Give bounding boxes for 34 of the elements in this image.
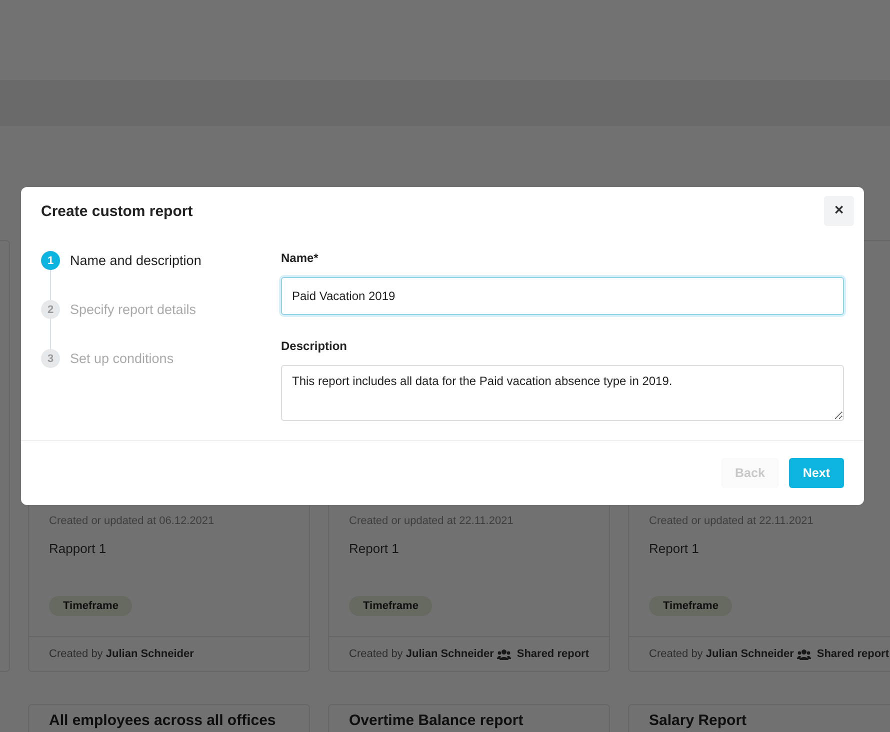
report-description: Rapport 1: [49, 541, 108, 556]
created-by: Created by Julian Schneider: [649, 648, 794, 660]
report-card[interactable]: Salary Report: [628, 704, 890, 732]
report-description: Report 1: [649, 541, 700, 556]
name-input[interactable]: Paid Vacation 2019: [281, 277, 844, 315]
step-label[interactable]: Set up conditions: [70, 351, 174, 366]
step-number: 3: [41, 349, 60, 368]
tag-chip: Timeframe: [349, 596, 432, 616]
step-label[interactable]: Name and description: [70, 253, 202, 268]
field-label: Name*: [281, 251, 320, 265]
tag-chip: Timeframe: [649, 596, 732, 616]
shared-label: Shared report: [816, 648, 889, 660]
tag-chip: Timeframe: [49, 596, 132, 616]
report-title: All employees across all offices: [49, 712, 277, 729]
step-label[interactable]: Specify report details: [70, 302, 196, 317]
report-card[interactable]: Overtime Balance report: [328, 704, 610, 732]
step-connector: [50, 270, 51, 300]
step-number: 2: [41, 300, 60, 319]
modal-title: Create custom report: [41, 202, 193, 220]
created-by: Created by Julian Schneider: [49, 648, 194, 660]
people-icon: [496, 648, 511, 660]
report-description: Report 1: [349, 541, 400, 556]
step-number: 1: [41, 251, 60, 270]
step-connector: [50, 319, 51, 349]
created-by: Created by Julian Schneider: [349, 648, 494, 660]
report-title: Salary Report: [649, 712, 748, 729]
description-textarea[interactable]: This report includes all data for the Paid vacation absence type in 2019.: [281, 365, 844, 421]
next-button[interactable]: Next: [788, 458, 844, 488]
report-card[interactable]: All employees across all offices: [28, 704, 310, 732]
report-title: Overtime Balance report: [349, 712, 524, 729]
close-button[interactable]: ×: [824, 196, 854, 226]
field-label: Description: [281, 339, 348, 353]
people-icon: [796, 648, 811, 660]
shared-label: Shared report: [516, 648, 589, 660]
